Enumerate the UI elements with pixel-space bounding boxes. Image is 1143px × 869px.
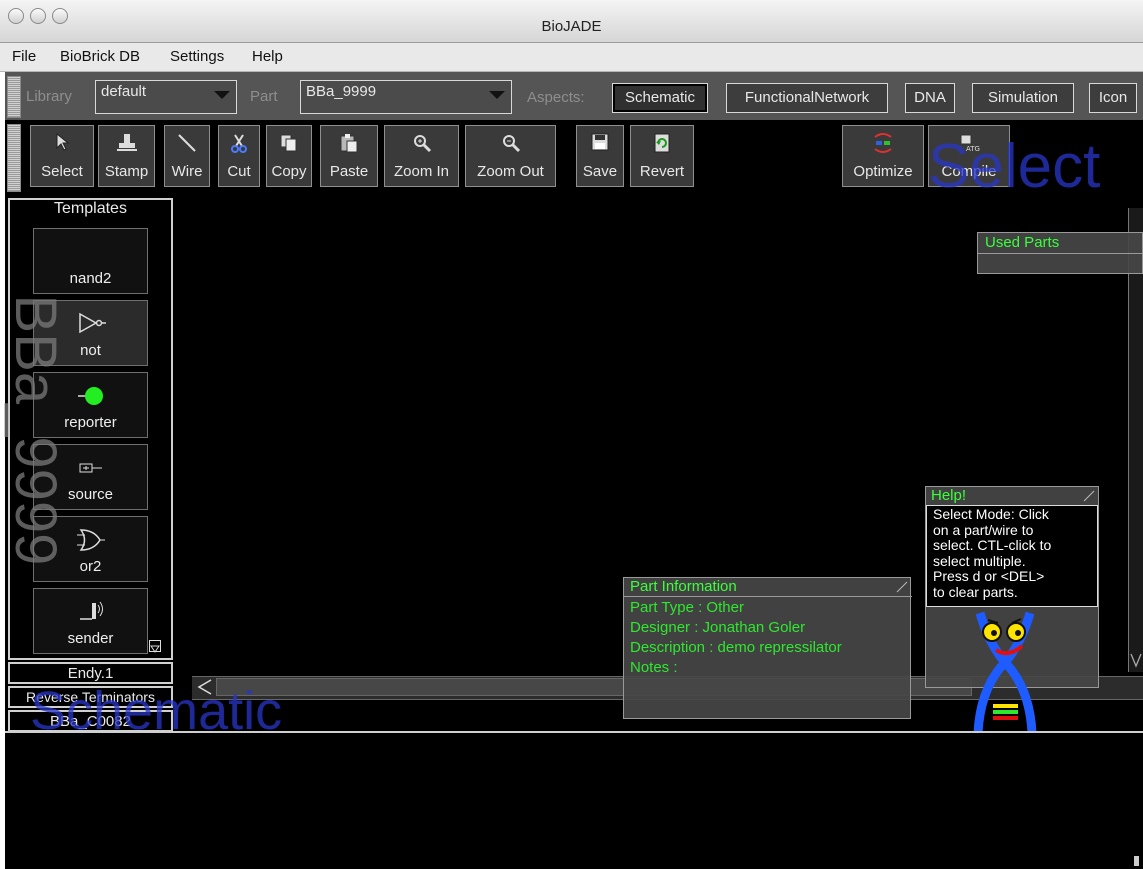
paste-tool-label: Paste: [329, 163, 369, 180]
templates-scroll-down-button[interactable]: [149, 640, 161, 653]
source-icon: [79, 463, 102, 473]
help-header: Help!: [926, 487, 1098, 505]
revert-tool-button[interactable]: Revert: [630, 125, 694, 187]
zoom-in-tool-label: Zoom In: [393, 163, 450, 180]
pointer-icon: [31, 133, 93, 153]
stamp-icon: [99, 133, 154, 153]
reporter-dot-icon: [78, 387, 103, 405]
help-text-box: Select Mode: Click on a part/wire to sel…: [926, 505, 1098, 607]
help-line: on a part/wire to: [933, 521, 1034, 538]
aspect-simulation-button[interactable]: Simulation: [972, 83, 1074, 113]
sender-icon: [80, 601, 103, 620]
part-information-title: Part Information: [630, 578, 737, 595]
optimize-tool-button[interactable]: Optimize: [842, 125, 924, 187]
window-resize-grip[interactable]: [1134, 856, 1139, 866]
mode-watermark: Select: [928, 132, 1101, 201]
part-dropdown[interactable]: BBa_9999: [300, 80, 512, 114]
help-line: Select Mode: Click: [933, 506, 1049, 522]
wire-tool-label: Wire: [171, 163, 203, 180]
aspect-functionalnetwork-button[interactable]: FunctionalNetwork: [726, 83, 888, 113]
select-tool-button[interactable]: Select: [30, 125, 94, 187]
description-text: Description : demo repressilator: [630, 639, 842, 656]
copy-tool-label: Copy: [271, 163, 307, 180]
used-parts-divider: [978, 253, 1143, 254]
canvas-vertical-scrollbar[interactable]: [1128, 208, 1143, 672]
paste-tool-button[interactable]: Paste: [320, 125, 378, 187]
revert-tool-label: Revert: [639, 163, 685, 180]
resize-handle-icon[interactable]: [1083, 490, 1095, 502]
or-gate-icon: [77, 529, 105, 551]
view-watermark: Schematic: [30, 681, 283, 741]
aspect-dna-button[interactable]: DNA: [905, 83, 955, 113]
menu-file[interactable]: File: [12, 48, 36, 65]
not-gate-icon: [79, 312, 106, 334]
paste-icon: [321, 133, 377, 153]
wire-tool-button[interactable]: Wire: [164, 125, 210, 187]
optimize-icon: [843, 133, 923, 153]
save-tool-button[interactable]: Save: [576, 125, 624, 187]
chevron-down-icon: [214, 91, 230, 99]
zoom-out-icon: [466, 133, 555, 153]
stamp-tool-button[interactable]: Stamp: [98, 125, 155, 187]
scissors-icon: [219, 133, 259, 153]
wire-icon: [165, 133, 209, 153]
aspects-label: Aspects:: [527, 89, 585, 106]
part-type-text: Part Type : Other: [630, 599, 744, 616]
notes-text: Notes :: [630, 659, 678, 676]
revert-icon: [631, 133, 693, 153]
part-value: BBa_9999: [306, 83, 377, 100]
template-label: sender: [67, 630, 114, 647]
copy-tool-button[interactable]: Copy: [266, 125, 312, 187]
library-value: default: [101, 83, 147, 100]
floppy-disk-icon: [577, 133, 623, 153]
menu-settings[interactable]: Settings: [170, 48, 224, 65]
zoom-out-tool-button[interactable]: Zoom Out: [465, 125, 556, 187]
copy-icon: [267, 133, 311, 153]
part-information-panel: Part Information Part Type : Other Desig…: [623, 577, 912, 719]
zoom-in-tool-button[interactable]: Zoom In: [384, 125, 459, 187]
help-line: Press d or <DEL>: [933, 568, 1045, 584]
menu-biobrick-db[interactable]: BioBrick DB: [60, 48, 140, 65]
dna-helper-mascot-icon: [973, 611, 1037, 733]
aspect-schematic-button[interactable]: Schematic: [612, 83, 708, 113]
help-title: Help!: [931, 487, 967, 504]
used-parts-panel: Used Parts: [977, 232, 1143, 274]
designer-text: Designer : Jonathan Goler: [630, 619, 806, 636]
window-title: BioJADE: [541, 18, 602, 35]
library-label: Library: [26, 88, 72, 105]
templates-title: Templates: [54, 200, 127, 217]
console-area: [5, 733, 1143, 863]
stamp-tool-label: Stamp: [104, 163, 149, 180]
help-line: select. CTL-click to: [933, 537, 1052, 553]
used-parts-title: Used Parts: [985, 234, 1060, 251]
scroll-down-arrow-icon[interactable]: [1129, 650, 1143, 670]
triangle-down-icon: [150, 645, 160, 653]
resize-handle-icon[interactable]: [896, 581, 908, 593]
menu-help[interactable]: Help: [252, 48, 283, 65]
part-label: Part: [250, 88, 278, 105]
toolbar-grip[interactable]: [7, 124, 21, 192]
help-text: Select Mode: Click on a part/wire to sel…: [933, 506, 1052, 600]
select-tool-label: Select: [41, 163, 83, 180]
help-line: select multiple.: [933, 552, 1026, 569]
aspects-bar-grip[interactable]: [7, 76, 21, 118]
aspect-icon-button[interactable]: Icon: [1089, 83, 1137, 113]
zoom-out-tool-label: Zoom Out: [477, 163, 544, 180]
library-dropdown[interactable]: default: [95, 80, 237, 114]
zoom-in-icon: [385, 133, 458, 153]
save-tool-label: Save: [582, 163, 618, 180]
cut-tool-label: Cut: [227, 163, 251, 180]
chevron-down-icon: [489, 91, 505, 99]
optimize-tool-label: Optimize: [853, 163, 913, 180]
help-line: to clear parts.: [933, 583, 1018, 600]
part-id-watermark: BBa_9999: [3, 294, 68, 566]
part-information-divider: [624, 596, 912, 597]
cut-tool-button[interactable]: Cut: [218, 125, 260, 187]
